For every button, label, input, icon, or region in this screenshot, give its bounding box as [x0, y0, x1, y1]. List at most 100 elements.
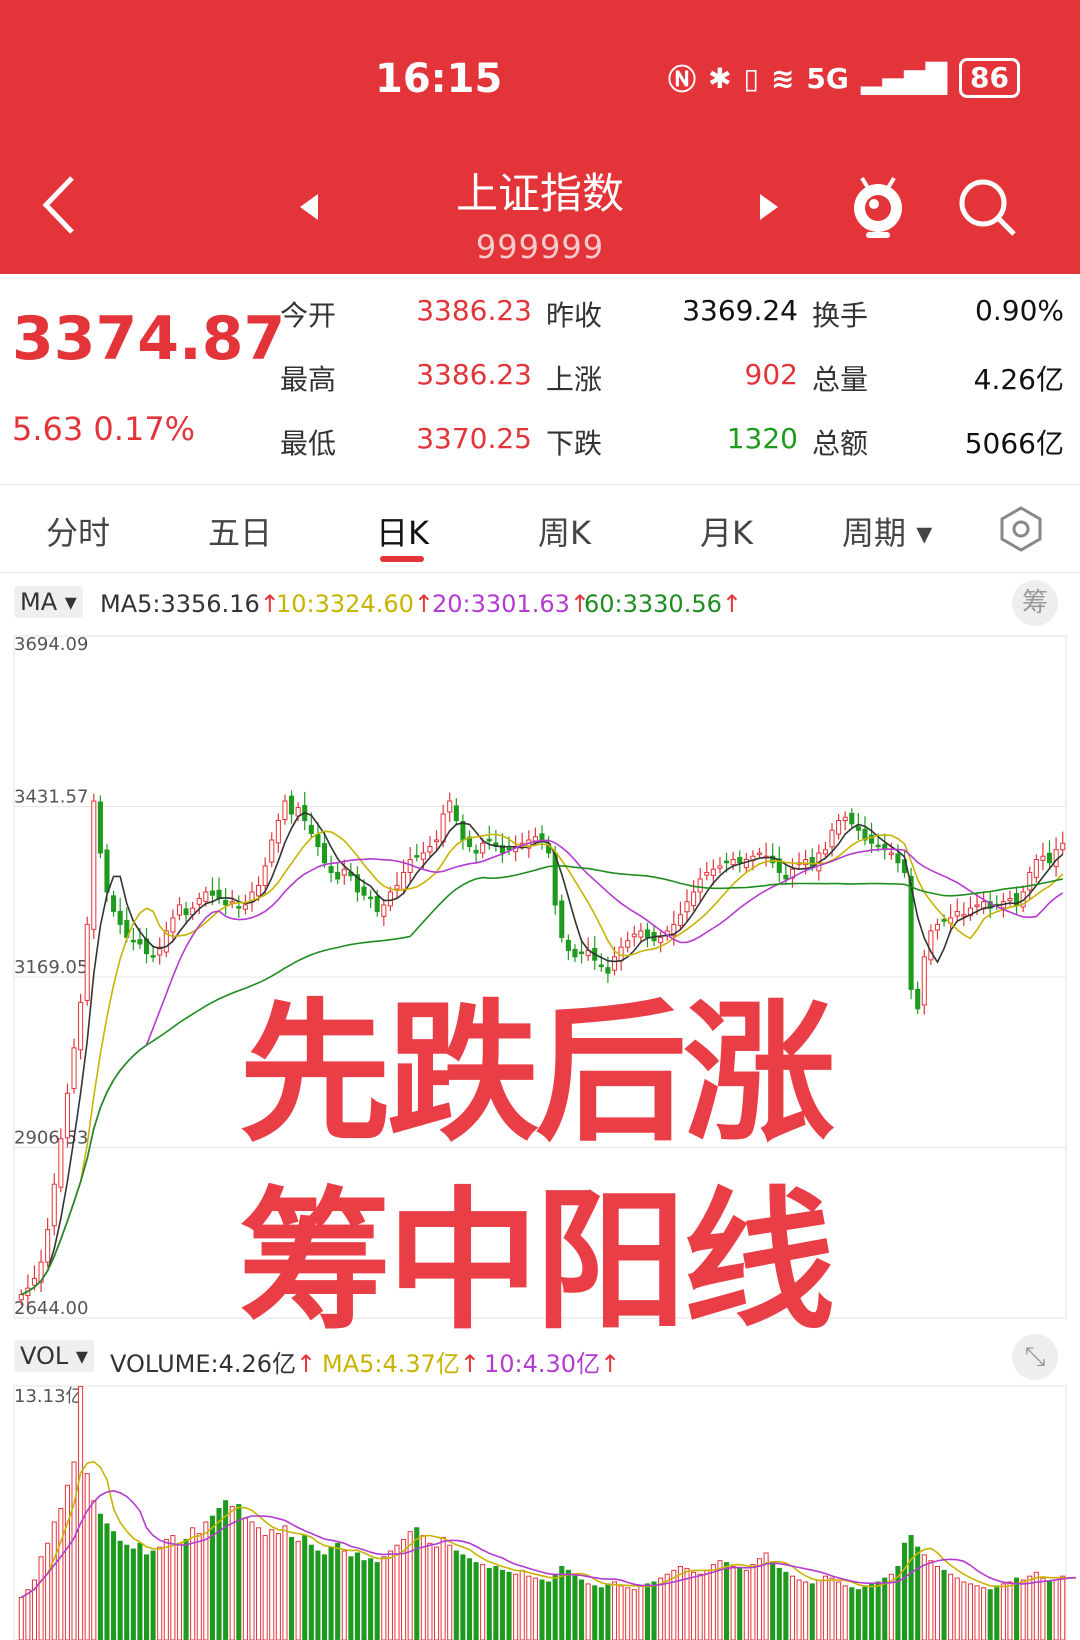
candle-body [58, 1138, 64, 1188]
candle-body [1046, 852, 1053, 864]
volume-bar [361, 1560, 367, 1640]
candle-body [282, 800, 288, 821]
volume-bar [625, 1587, 631, 1640]
volume-bar [315, 1550, 321, 1640]
volume-bar [176, 1542, 183, 1640]
candle-body [414, 855, 420, 858]
candle-body [697, 878, 703, 893]
volume-bar [256, 1527, 262, 1640]
candle-body [836, 820, 842, 835]
vol-selector[interactable]: VOL ▾ [14, 1340, 94, 1372]
volume-bar [921, 1554, 927, 1640]
candle-body [420, 852, 426, 860]
volume-bar [513, 1573, 519, 1640]
expand-icon[interactable]: ⤡ [1012, 1334, 1058, 1380]
volume-bar [592, 1585, 598, 1640]
volume-bar [658, 1577, 664, 1640]
volume-bar [427, 1542, 433, 1640]
candle-body [236, 906, 242, 909]
volume-bar [117, 1540, 123, 1640]
candlestick-chart[interactable]: 3694.09 3431.57 3169.05 2906.53 2644.00 13.13… [0, 0, 1080, 1640]
volume-bar [915, 1546, 921, 1640]
candle-body [321, 843, 328, 864]
volume-bar [486, 1567, 492, 1640]
candle-body [1027, 871, 1033, 891]
volume-bar [216, 1507, 222, 1640]
candle-body [170, 917, 176, 933]
candle-body [915, 988, 921, 1010]
volume-bar [829, 1577, 835, 1640]
volume-bar [236, 1504, 242, 1640]
candle-body [895, 853, 901, 864]
volume-bar [928, 1560, 934, 1640]
candle-body [1060, 842, 1066, 851]
candle-body [308, 824, 314, 834]
candle-body [954, 910, 960, 917]
volume-bar [163, 1538, 169, 1640]
candle-body [704, 871, 710, 876]
candle-body [809, 857, 815, 867]
volume-bar [25, 1589, 31, 1640]
candle-body [401, 871, 407, 890]
volume-bar [526, 1575, 532, 1640]
y-tick-label: 3431.57 [14, 787, 88, 808]
candle-body [486, 838, 492, 842]
volume-bar [1014, 1577, 1020, 1640]
volume-bar [644, 1583, 651, 1640]
candle-body [111, 895, 117, 912]
candle-body [539, 833, 545, 841]
volume-bar [605, 1583, 611, 1640]
volume-bar [704, 1569, 710, 1640]
candle-body [625, 940, 631, 948]
candle-body [381, 904, 387, 917]
candle-body [91, 800, 97, 930]
volume-bar [803, 1581, 809, 1640]
volume-bar [1027, 1575, 1033, 1640]
volume-bar [282, 1525, 288, 1640]
volume-bar [64, 1484, 70, 1640]
volume-bar [104, 1523, 110, 1640]
volume-bar [585, 1583, 591, 1640]
candle-body [427, 845, 433, 853]
volume-bar [58, 1507, 64, 1640]
volume-bar [348, 1556, 354, 1640]
volume-bar [763, 1552, 769, 1640]
volume-bar [453, 1550, 459, 1640]
candle-body [730, 858, 736, 866]
candle-body [822, 849, 828, 855]
legend-text: 10:4.30亿 [484, 1350, 601, 1378]
candle-body [724, 860, 730, 864]
volume-bar [440, 1536, 446, 1640]
volume-bar [150, 1550, 156, 1640]
candle-body [473, 849, 479, 854]
volume-bar [783, 1571, 789, 1640]
volume-bar [420, 1535, 426, 1640]
volume-bar [295, 1540, 301, 1640]
volume-bar [717, 1560, 723, 1640]
volume-bar [948, 1573, 954, 1640]
volume-bar [671, 1569, 677, 1640]
candle-body [45, 1229, 51, 1263]
candle-body [611, 956, 618, 971]
volume-bar [901, 1542, 908, 1640]
candle-body [64, 1092, 70, 1139]
volume-bar [51, 1521, 57, 1640]
candle-body [888, 852, 894, 856]
volume-max-label: 13.13亿 [14, 1386, 84, 1407]
volume-bar [18, 1596, 24, 1640]
volume-bar [414, 1527, 420, 1640]
volume-bar [433, 1546, 440, 1640]
volume-bar [691, 1571, 697, 1640]
trend-arrow-icon: ↑ [459, 1350, 481, 1378]
candle-body [51, 1183, 57, 1227]
candle-body [18, 1294, 24, 1301]
volume-bar [789, 1575, 796, 1640]
volume-bar [1007, 1581, 1013, 1640]
candle-body [176, 904, 183, 916]
overlay-caption-1: 先跌后涨 [239, 985, 835, 1162]
volume-bar [579, 1579, 585, 1640]
y-tick-label: 2906.53 [14, 1128, 88, 1149]
candle-body [335, 871, 341, 880]
volume-bar [697, 1573, 703, 1640]
candle-body [216, 889, 222, 899]
